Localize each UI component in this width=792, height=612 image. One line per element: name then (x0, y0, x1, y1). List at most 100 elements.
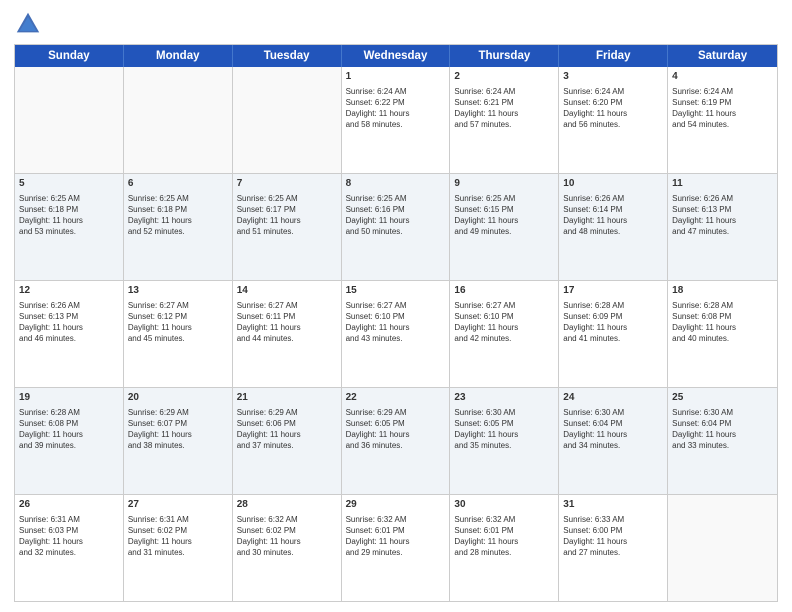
day-info: Sunrise: 6:27 AM Sunset: 6:10 PM Dayligh… (346, 300, 446, 345)
header-cell-monday: Monday (124, 45, 233, 67)
page: SundayMondayTuesdayWednesdayThursdayFrid… (0, 0, 792, 612)
logo-icon (14, 10, 42, 38)
calendar: SundayMondayTuesdayWednesdayThursdayFrid… (14, 44, 778, 602)
day-number: 12 (19, 284, 119, 298)
calendar-cell-day-27: 27 Sunrise: 6:31 AM Sunset: 6:02 PM Dayli… (124, 495, 233, 601)
day-number: 7 (237, 177, 337, 191)
header-cell-wednesday: Wednesday (342, 45, 451, 67)
day-number: 25 (672, 391, 773, 405)
day-number: 18 (672, 284, 773, 298)
day-info: Sunrise: 6:32 AM Sunset: 6:02 PM Dayligh… (237, 514, 337, 559)
day-info: Sunrise: 6:30 AM Sunset: 6:05 PM Dayligh… (454, 407, 554, 452)
day-info: Sunrise: 6:24 AM Sunset: 6:22 PM Dayligh… (346, 86, 446, 131)
day-info: Sunrise: 6:24 AM Sunset: 6:20 PM Dayligh… (563, 86, 663, 131)
day-info: Sunrise: 6:27 AM Sunset: 6:12 PM Dayligh… (128, 300, 228, 345)
calendar-cell-day-6: 6 Sunrise: 6:25 AM Sunset: 6:18 PM Daylig… (124, 174, 233, 280)
calendar-cell-day-17: 17 Sunrise: 6:28 AM Sunset: 6:09 PM Dayli… (559, 281, 668, 387)
day-info: Sunrise: 6:25 AM Sunset: 6:17 PM Dayligh… (237, 193, 337, 238)
calendar-cell-day-3: 3 Sunrise: 6:24 AM Sunset: 6:20 PM Daylig… (559, 67, 668, 173)
day-number: 30 (454, 498, 554, 512)
day-info: Sunrise: 6:25 AM Sunset: 6:16 PM Dayligh… (346, 193, 446, 238)
day-number: 20 (128, 391, 228, 405)
day-number: 10 (563, 177, 663, 191)
day-number: 14 (237, 284, 337, 298)
day-number: 26 (19, 498, 119, 512)
calendar-cell-day-9: 9 Sunrise: 6:25 AM Sunset: 6:15 PM Daylig… (450, 174, 559, 280)
calendar-row-3: 12Sunrise: 6:26 AM Sunset: 6:13 PM Dayli… (15, 280, 777, 387)
calendar-row-1: 1Sunrise: 6:24 AM Sunset: 6:22 PM Daylig… (15, 67, 777, 173)
day-info: Sunrise: 6:26 AM Sunset: 6:13 PM Dayligh… (672, 193, 773, 238)
day-info: Sunrise: 6:32 AM Sunset: 6:01 PM Dayligh… (346, 514, 446, 559)
day-info: Sunrise: 6:25 AM Sunset: 6:18 PM Dayligh… (128, 193, 228, 238)
day-info: Sunrise: 6:28 AM Sunset: 6:08 PM Dayligh… (672, 300, 773, 345)
calendar-cell-day-26: 26 Sunrise: 6:31 AM Sunset: 6:03 PM Dayli… (15, 495, 124, 601)
day-info: Sunrise: 6:28 AM Sunset: 6:08 PM Dayligh… (19, 407, 119, 452)
calendar-cell-day-10: 10 Sunrise: 6:26 AM Sunset: 6:14 PM Dayli… (559, 174, 668, 280)
day-number: 27 (128, 498, 228, 512)
day-info: Sunrise: 6:29 AM Sunset: 6:05 PM Dayligh… (346, 407, 446, 452)
day-number: 19 (19, 391, 119, 405)
day-number: 28 (237, 498, 337, 512)
day-info: Sunrise: 6:29 AM Sunset: 6:07 PM Dayligh… (128, 407, 228, 452)
calendar-cell-empty (233, 67, 342, 173)
day-info: Sunrise: 6:25 AM Sunset: 6:15 PM Dayligh… (454, 193, 554, 238)
calendar-cell-empty (124, 67, 233, 173)
calendar-cell-day-16: 16Sunrise: 6:27 AM Sunset: 6:10 PM Dayli… (450, 281, 559, 387)
calendar-body: 1Sunrise: 6:24 AM Sunset: 6:22 PM Daylig… (15, 67, 777, 601)
day-number: 9 (454, 177, 554, 191)
calendar-cell-day-15: 15 Sunrise: 6:27 AM Sunset: 6:10 PM Dayli… (342, 281, 451, 387)
calendar-cell-empty (668, 495, 777, 601)
calendar-cell-day-12: 12Sunrise: 6:26 AM Sunset: 6:13 PM Dayli… (15, 281, 124, 387)
calendar-cell-day-20: 20 Sunrise: 6:29 AM Sunset: 6:07 PM Dayli… (124, 388, 233, 494)
day-info: Sunrise: 6:32 AM Sunset: 6:01 PM Dayligh… (454, 514, 554, 559)
day-number: 4 (672, 70, 773, 84)
calendar-cell-day-24: 24Sunrise: 6:30 AM Sunset: 6:04 PM Dayli… (559, 388, 668, 494)
calendar-cell-day-31: 31 Sunrise: 6:33 AM Sunset: 6:00 PM Dayli… (559, 495, 668, 601)
day-number: 11 (672, 177, 773, 191)
day-number: 23 (454, 391, 554, 405)
day-number: 31 (563, 498, 663, 512)
calendar-cell-day-14: 14 Sunrise: 6:27 AM Sunset: 6:11 PM Dayli… (233, 281, 342, 387)
day-number: 15 (346, 284, 446, 298)
calendar-row-4: 19 Sunrise: 6:28 AM Sunset: 6:08 PM Dayli… (15, 387, 777, 494)
calendar-cell-day-30: 30 Sunrise: 6:32 AM Sunset: 6:01 PM Dayli… (450, 495, 559, 601)
calendar-cell-day-4: 4 Sunrise: 6:24 AM Sunset: 6:19 PM Daylig… (668, 67, 777, 173)
day-number: 8 (346, 177, 446, 191)
day-number: 29 (346, 498, 446, 512)
header-cell-sunday: Sunday (15, 45, 124, 67)
day-info: Sunrise: 6:27 AM Sunset: 6:11 PM Dayligh… (237, 300, 337, 345)
header (14, 10, 778, 38)
day-number: 5 (19, 177, 119, 191)
day-number: 17 (563, 284, 663, 298)
day-number: 2 (454, 70, 554, 84)
day-info: Sunrise: 6:27 AM Sunset: 6:10 PM Dayligh… (454, 300, 554, 345)
day-info: Sunrise: 6:24 AM Sunset: 6:19 PM Dayligh… (672, 86, 773, 131)
day-number: 22 (346, 391, 446, 405)
calendar-cell-day-18: 18 Sunrise: 6:28 AM Sunset: 6:08 PM Dayli… (668, 281, 777, 387)
calendar-cell-day-1: 1Sunrise: 6:24 AM Sunset: 6:22 PM Daylig… (342, 67, 451, 173)
day-info: Sunrise: 6:30 AM Sunset: 6:04 PM Dayligh… (672, 407, 773, 452)
calendar-cell-day-23: 23 Sunrise: 6:30 AM Sunset: 6:05 PM Dayli… (450, 388, 559, 494)
day-info: Sunrise: 6:31 AM Sunset: 6:02 PM Dayligh… (128, 514, 228, 559)
calendar-row-5: 26 Sunrise: 6:31 AM Sunset: 6:03 PM Dayli… (15, 494, 777, 601)
calendar-cell-day-11: 11 Sunrise: 6:26 AM Sunset: 6:13 PM Dayli… (668, 174, 777, 280)
day-info: Sunrise: 6:24 AM Sunset: 6:21 PM Dayligh… (454, 86, 554, 131)
calendar-cell-day-5: 5Sunrise: 6:25 AM Sunset: 6:18 PM Daylig… (15, 174, 124, 280)
header-cell-thursday: Thursday (450, 45, 559, 67)
calendar-cell-day-22: 22 Sunrise: 6:29 AM Sunset: 6:05 PM Dayli… (342, 388, 451, 494)
calendar-cell-day-2: 2 Sunrise: 6:24 AM Sunset: 6:21 PM Daylig… (450, 67, 559, 173)
day-number: 3 (563, 70, 663, 84)
day-info: Sunrise: 6:31 AM Sunset: 6:03 PM Dayligh… (19, 514, 119, 559)
day-info: Sunrise: 6:28 AM Sunset: 6:09 PM Dayligh… (563, 300, 663, 345)
calendar-cell-day-21: 21Sunrise: 6:29 AM Sunset: 6:06 PM Dayli… (233, 388, 342, 494)
calendar-cell-day-7: 7 Sunrise: 6:25 AM Sunset: 6:17 PM Daylig… (233, 174, 342, 280)
day-info: Sunrise: 6:33 AM Sunset: 6:00 PM Dayligh… (563, 514, 663, 559)
calendar-row-2: 5 Sunrise: 6:25 AM Sunset: 6:18 PM Daylig… (15, 173, 777, 280)
day-number: 6 (128, 177, 228, 191)
calendar-cell-day-28: 28 Sunrise: 6:32 AM Sunset: 6:02 PM Dayli… (233, 495, 342, 601)
header-cell-friday: Friday (559, 45, 668, 67)
calendar-cell-day-29: 29 Sunrise: 6:32 AM Sunset: 6:01 PM Dayli… (342, 495, 451, 601)
calendar-cell-day-8: 8 Sunrise: 6:25 AM Sunset: 6:16 PM Daylig… (342, 174, 451, 280)
header-cell-tuesday: Tuesday (233, 45, 342, 67)
day-info: Sunrise: 6:26 AM Sunset: 6:14 PM Dayligh… (563, 193, 663, 238)
